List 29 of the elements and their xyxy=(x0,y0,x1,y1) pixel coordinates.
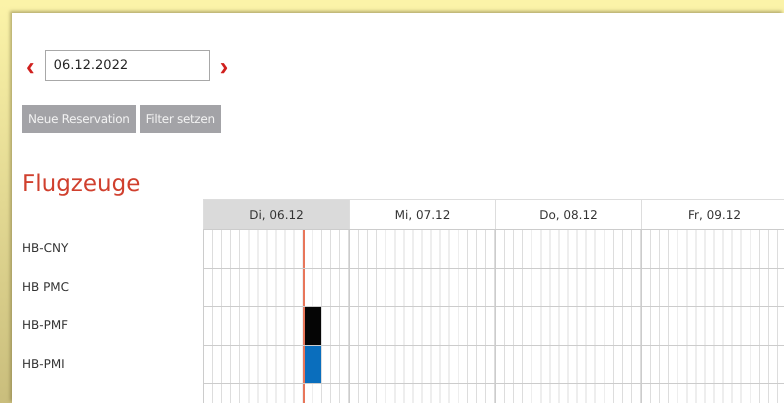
aircraft-label: HB PMC xyxy=(22,280,70,294)
schedule-cell[interactable] xyxy=(203,344,349,383)
schedule-cell[interactable] xyxy=(349,306,495,344)
schedule-cell[interactable] xyxy=(203,268,349,306)
next-button[interactable]: › xyxy=(216,54,232,78)
schedule-cell[interactable] xyxy=(203,229,349,268)
schedule-cell[interactable] xyxy=(641,306,784,344)
schedule-cell[interactable] xyxy=(495,306,641,344)
day-header[interactable]: Do, 08.12 xyxy=(495,199,641,229)
day-header[interactable]: Fr, 09.12 xyxy=(641,199,784,229)
schedule-cell[interactable] xyxy=(349,268,495,306)
schedule-cell[interactable] xyxy=(641,344,784,383)
previous-button[interactable]: ‹ xyxy=(22,54,39,78)
schedule-cell[interactable] xyxy=(495,344,641,383)
schedule-cell[interactable] xyxy=(203,306,349,344)
day-header[interactable]: Mi, 07.12 xyxy=(349,199,495,229)
aircraft-label: HB-PMI xyxy=(22,356,65,371)
section-title: Flugzeuge xyxy=(22,170,142,199)
aircraft-label: HB-PMF xyxy=(22,318,68,332)
schedule-cell[interactable] xyxy=(641,229,784,268)
day-header[interactable]: Di, 06.12 xyxy=(203,199,349,229)
schedule-cell[interactable] xyxy=(349,344,495,383)
schedule-cell[interactable] xyxy=(495,268,641,306)
date-field[interactable]: 06.12.2022 xyxy=(44,50,210,81)
schedule-cell[interactable] xyxy=(495,229,641,268)
aircraft-label: HB-CNY xyxy=(22,241,68,256)
schedule-cell[interactable] xyxy=(641,268,784,306)
schedule-cell[interactable] xyxy=(349,229,495,268)
booking-bar[interactable] xyxy=(304,307,321,344)
